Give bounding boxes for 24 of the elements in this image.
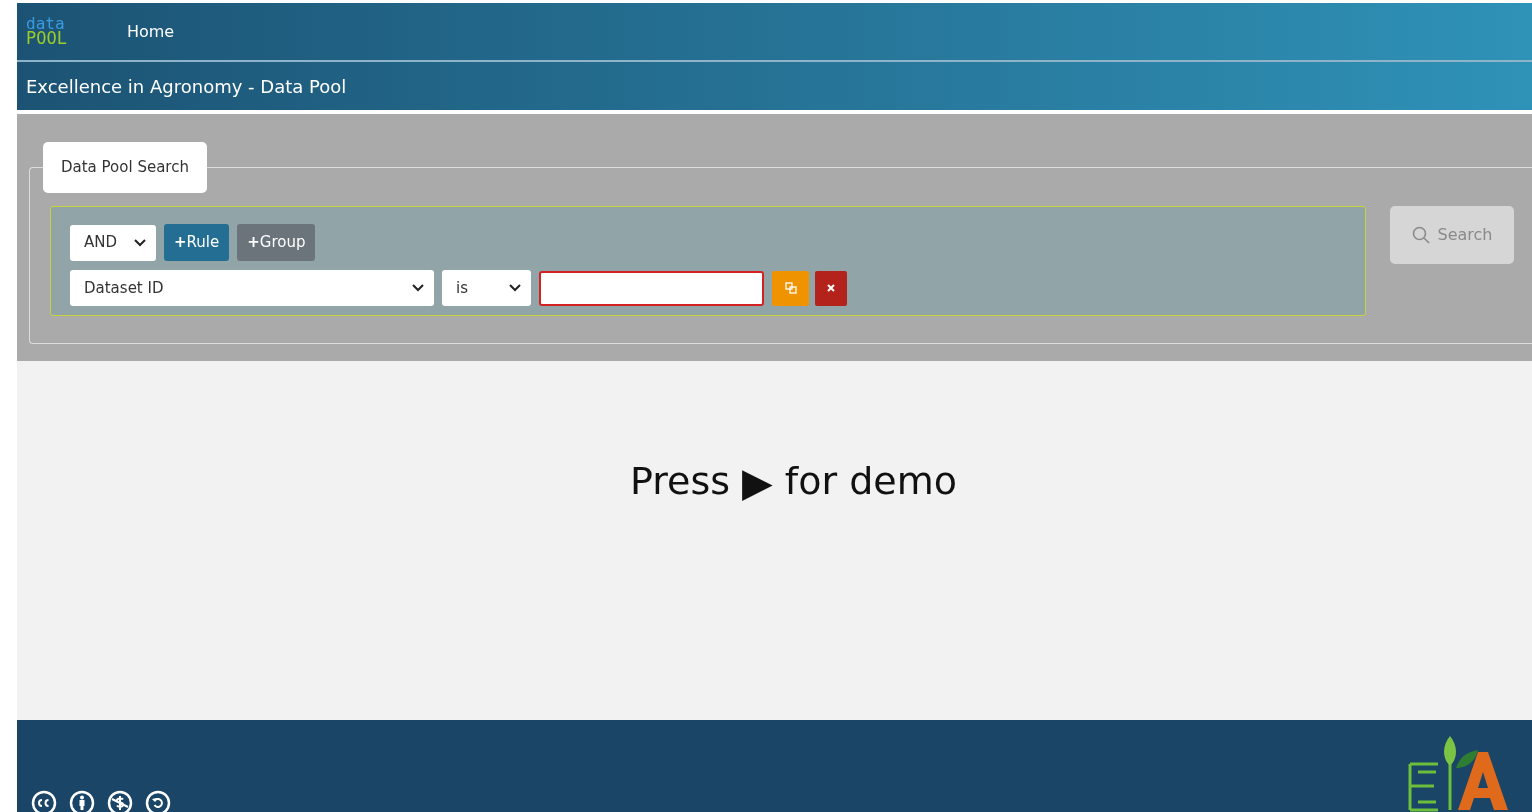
delete-button[interactable] bbox=[815, 270, 847, 306]
logo[interactable]: data POOL bbox=[26, 16, 67, 47]
nav-link[interactable]: Home bbox=[126, 19, 175, 44]
overlay-text: for demo bbox=[784, 458, 957, 505]
value-field[interactable] bbox=[539, 270, 764, 306]
add-group-button[interactable]: +Group bbox=[237, 224, 316, 261]
page-subtitle: Excellence in Agronomy - Data Pool bbox=[26, 74, 347, 99]
panel-tab[interactable]: Data Pool Search bbox=[43, 142, 207, 193]
copy-icon bbox=[784, 282, 797, 294]
chevron-icon bbox=[509, 284, 521, 292]
add-rule-button[interactable]: +Rule bbox=[164, 224, 230, 261]
play-icon[interactable]: ▶ bbox=[742, 451, 773, 512]
cc-license-icon bbox=[31, 790, 57, 812]
conjunction-select[interactable]: AND bbox=[70, 224, 156, 261]
close-icon bbox=[826, 283, 836, 293]
crossed-dollar-icon bbox=[107, 790, 133, 812]
search-icon bbox=[1411, 226, 1430, 244]
chevron-icon bbox=[412, 284, 424, 292]
operator-select[interactable]: is bbox=[442, 270, 531, 306]
person-icon bbox=[69, 790, 95, 812]
circular-arrow-icon bbox=[145, 790, 171, 812]
field-select[interactable]: Dataset ID bbox=[70, 270, 434, 306]
chevron-icon bbox=[134, 238, 146, 247]
overlay-text: Press bbox=[630, 458, 731, 505]
